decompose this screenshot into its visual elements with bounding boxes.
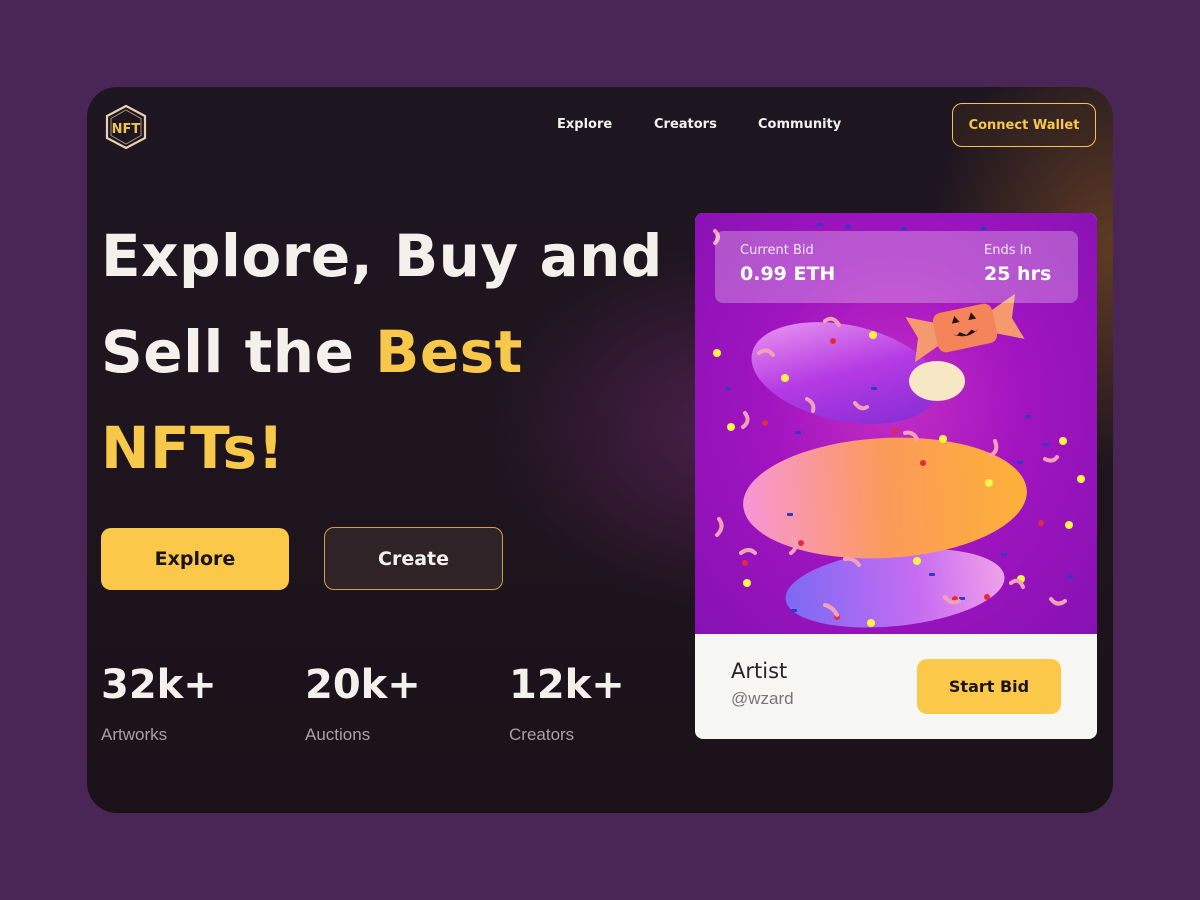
hero-title-line-2: Sell the Best (101, 323, 523, 381)
stat-value: 12k+ (509, 662, 625, 708)
current-bid-value: 0.99 ETH (740, 263, 836, 285)
artist-title: Artist (731, 659, 788, 683)
nft-logo-icon[interactable]: NFT (103, 103, 149, 151)
hero-title-line-2-text: Sell the (101, 318, 376, 386)
ends-in-label: Ends In (984, 243, 1032, 258)
svg-text:NFT: NFT (112, 122, 141, 137)
stat-label: Creators (509, 725, 575, 744)
stat-value: 32k+ (101, 662, 217, 708)
hero-title-line-1: Explore, Buy and (101, 222, 663, 290)
hero-title-accent-best: Best (375, 318, 523, 386)
stat-label: Artworks (101, 725, 168, 744)
explore-button[interactable]: Explore (101, 528, 289, 590)
bid-info-panel: Current Bid 0.99 ETH Ends In 25 hrs (715, 231, 1078, 303)
create-button[interactable]: Create (324, 527, 503, 590)
nav-link-explore[interactable]: Explore (557, 117, 612, 132)
hero-title-accent-nfts: NFTs! (101, 414, 285, 482)
landing-frame: NFT Explore Creators Community Connect W… (87, 87, 1113, 813)
nav-link-community[interactable]: Community (758, 117, 841, 132)
stat-artworks: 32k+ Artworks (101, 665, 217, 745)
stat-auctions: 20k+ Auctions (305, 665, 421, 745)
nft-artwork-image[interactable]: Current Bid 0.99 ETH Ends In 25 hrs (695, 213, 1097, 634)
ends-in-value: 25 hrs (984, 263, 1052, 285)
stat-label: Auctions (305, 725, 371, 744)
start-bid-button[interactable]: Start Bid (917, 659, 1061, 714)
current-bid-label: Current Bid (740, 243, 814, 258)
stat-value: 20k+ (305, 662, 421, 708)
stat-creators: 12k+ Creators (509, 665, 625, 745)
nav-link-creators[interactable]: Creators (654, 117, 717, 132)
connect-wallet-button[interactable]: Connect Wallet (952, 103, 1096, 147)
artist-handle[interactable]: @wzard (731, 689, 794, 709)
nft-card[interactable]: Current Bid 0.99 ETH Ends In 25 hrs Arti… (695, 213, 1097, 739)
